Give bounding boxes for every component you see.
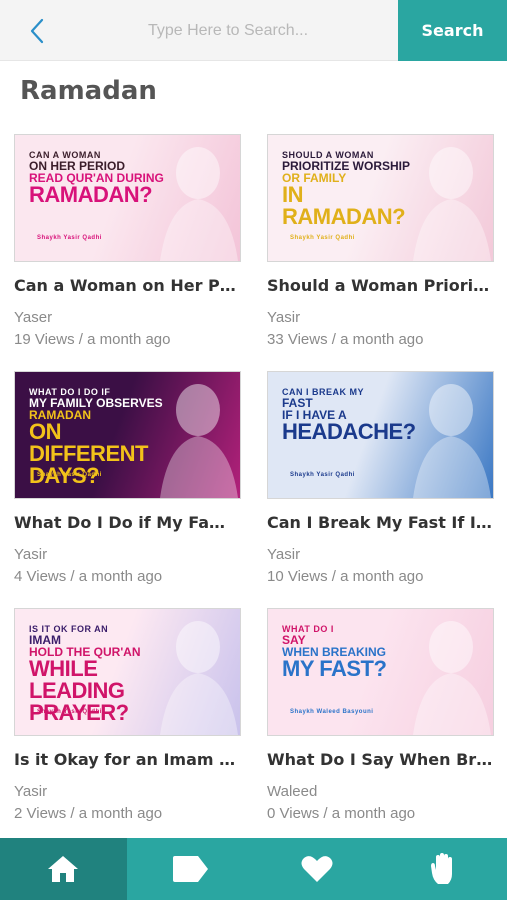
heart-icon bbox=[301, 856, 333, 882]
video-card[interactable]: What Do I Do If My Family Observes Ramadan… bbox=[14, 371, 241, 608]
tag-icon bbox=[173, 856, 209, 882]
video-card[interactable]: Should a Woman Prioritize Worship Or Famil… bbox=[267, 134, 494, 371]
video-meta: 10 Views / a month ago bbox=[267, 568, 424, 585]
video-card[interactable]: What Do I Say When Breaking My Fast? Shaykh … bbox=[267, 608, 494, 845]
thumbnail-byline: Shaykh Yasir Qadhi bbox=[37, 235, 102, 241]
thumbnail-byline: Shaykh Yasir Qadhi bbox=[290, 472, 355, 478]
video-thumbnail[interactable]: Can I Break My Fast If I Have a Headache? Sh… bbox=[267, 371, 494, 499]
video-meta: 4 Views / a month ago bbox=[14, 568, 163, 585]
section-title: Ramadan bbox=[20, 76, 157, 106]
thumbnail-byline: Shaykh Yasir Qadhi bbox=[37, 709, 102, 715]
video-grid: Can a Woman On Her Period Read Qur'an Duri… bbox=[14, 134, 494, 845]
video-thumbnail[interactable]: Is It OK For An Imam Hold The Qur'an While … bbox=[14, 608, 241, 736]
thumbnail-line4: Headache? bbox=[282, 419, 416, 444]
video-title[interactable]: Can I Break My Fast If I... bbox=[267, 513, 494, 532]
video-author: Yasir bbox=[14, 783, 48, 800]
video-author: Yasir bbox=[14, 546, 48, 563]
nav-favorites[interactable] bbox=[254, 838, 381, 900]
thumbnail-headline: Can a Woman On Her Period Read Qur'an Duri… bbox=[29, 151, 169, 206]
thumbnail-byline: Shaykh Yasir Qadhi bbox=[37, 472, 102, 478]
thumbnail-headline: Should a Woman Prioritize Worship Or Famil… bbox=[282, 151, 422, 228]
video-meta: 33 Views / a month ago bbox=[267, 331, 424, 348]
hand-icon bbox=[430, 853, 452, 884]
thumbnail-byline: Shaykh Waleed Basyouni bbox=[290, 709, 374, 715]
video-thumbnail[interactable]: What Do I Say When Breaking My Fast? Shaykh … bbox=[267, 608, 494, 736]
back-button[interactable] bbox=[22, 16, 52, 46]
video-author: Yasir bbox=[267, 546, 301, 563]
home-icon bbox=[48, 856, 79, 882]
video-meta: 2 Views / a month ago bbox=[14, 805, 163, 822]
video-author: Yaser bbox=[14, 309, 53, 326]
video-title[interactable]: What Do I Say When Bre... bbox=[267, 750, 494, 769]
video-meta: 19 Views / a month ago bbox=[14, 331, 171, 348]
video-thumbnail[interactable]: What Do I Do If My Family Observes Ramadan… bbox=[14, 371, 241, 499]
video-title[interactable]: Should a Woman Priorit... bbox=[267, 276, 494, 295]
video-title[interactable]: Is it Okay for an Imam t... bbox=[14, 750, 241, 769]
video-card[interactable]: Is It OK For An Imam Hold The Qur'an While … bbox=[14, 608, 241, 845]
video-thumbnail[interactable]: Should a Woman Prioritize Worship Or Famil… bbox=[267, 134, 494, 262]
thumbnail-line4: In Ramadan? bbox=[282, 182, 406, 229]
thumbnail-line4: My Fast? bbox=[282, 656, 387, 681]
video-title[interactable]: Can a Woman on Her Pe... bbox=[14, 276, 241, 295]
top-search-bar: Search bbox=[0, 0, 507, 61]
bottom-nav bbox=[0, 838, 507, 900]
nav-home[interactable] bbox=[0, 838, 127, 900]
video-title[interactable]: What Do I Do if My Fami... bbox=[14, 513, 241, 532]
thumbnail-headline: What Do I Say When Breaking My Fast? bbox=[282, 625, 422, 680]
thumbnail-byline: Shaykh Yasir Qadhi bbox=[290, 235, 355, 241]
nav-tags[interactable] bbox=[127, 838, 254, 900]
search-button[interactable]: Search bbox=[398, 0, 507, 61]
thumbnail-line3: Or Family bbox=[282, 171, 347, 185]
video-card[interactable]: Can a Woman On Her Period Read Qur'an Duri… bbox=[14, 134, 241, 371]
video-card[interactable]: Can I Break My Fast If I Have a Headache? Sh… bbox=[267, 371, 494, 608]
video-author: Yasir bbox=[267, 309, 301, 326]
nav-dua[interactable] bbox=[380, 838, 507, 900]
search-input[interactable] bbox=[68, 12, 388, 50]
video-author: Waleed bbox=[267, 783, 318, 800]
video-meta: 0 Views / a month ago bbox=[267, 805, 416, 822]
chevron-left-icon bbox=[30, 18, 44, 44]
video-thumbnail[interactable]: Can a Woman On Her Period Read Qur'an Duri… bbox=[14, 134, 241, 262]
thumbnail-line4: Ramadan? bbox=[29, 182, 153, 207]
thumbnail-headline: Can I Break My Fast If I Have a Headache? bbox=[282, 388, 422, 443]
